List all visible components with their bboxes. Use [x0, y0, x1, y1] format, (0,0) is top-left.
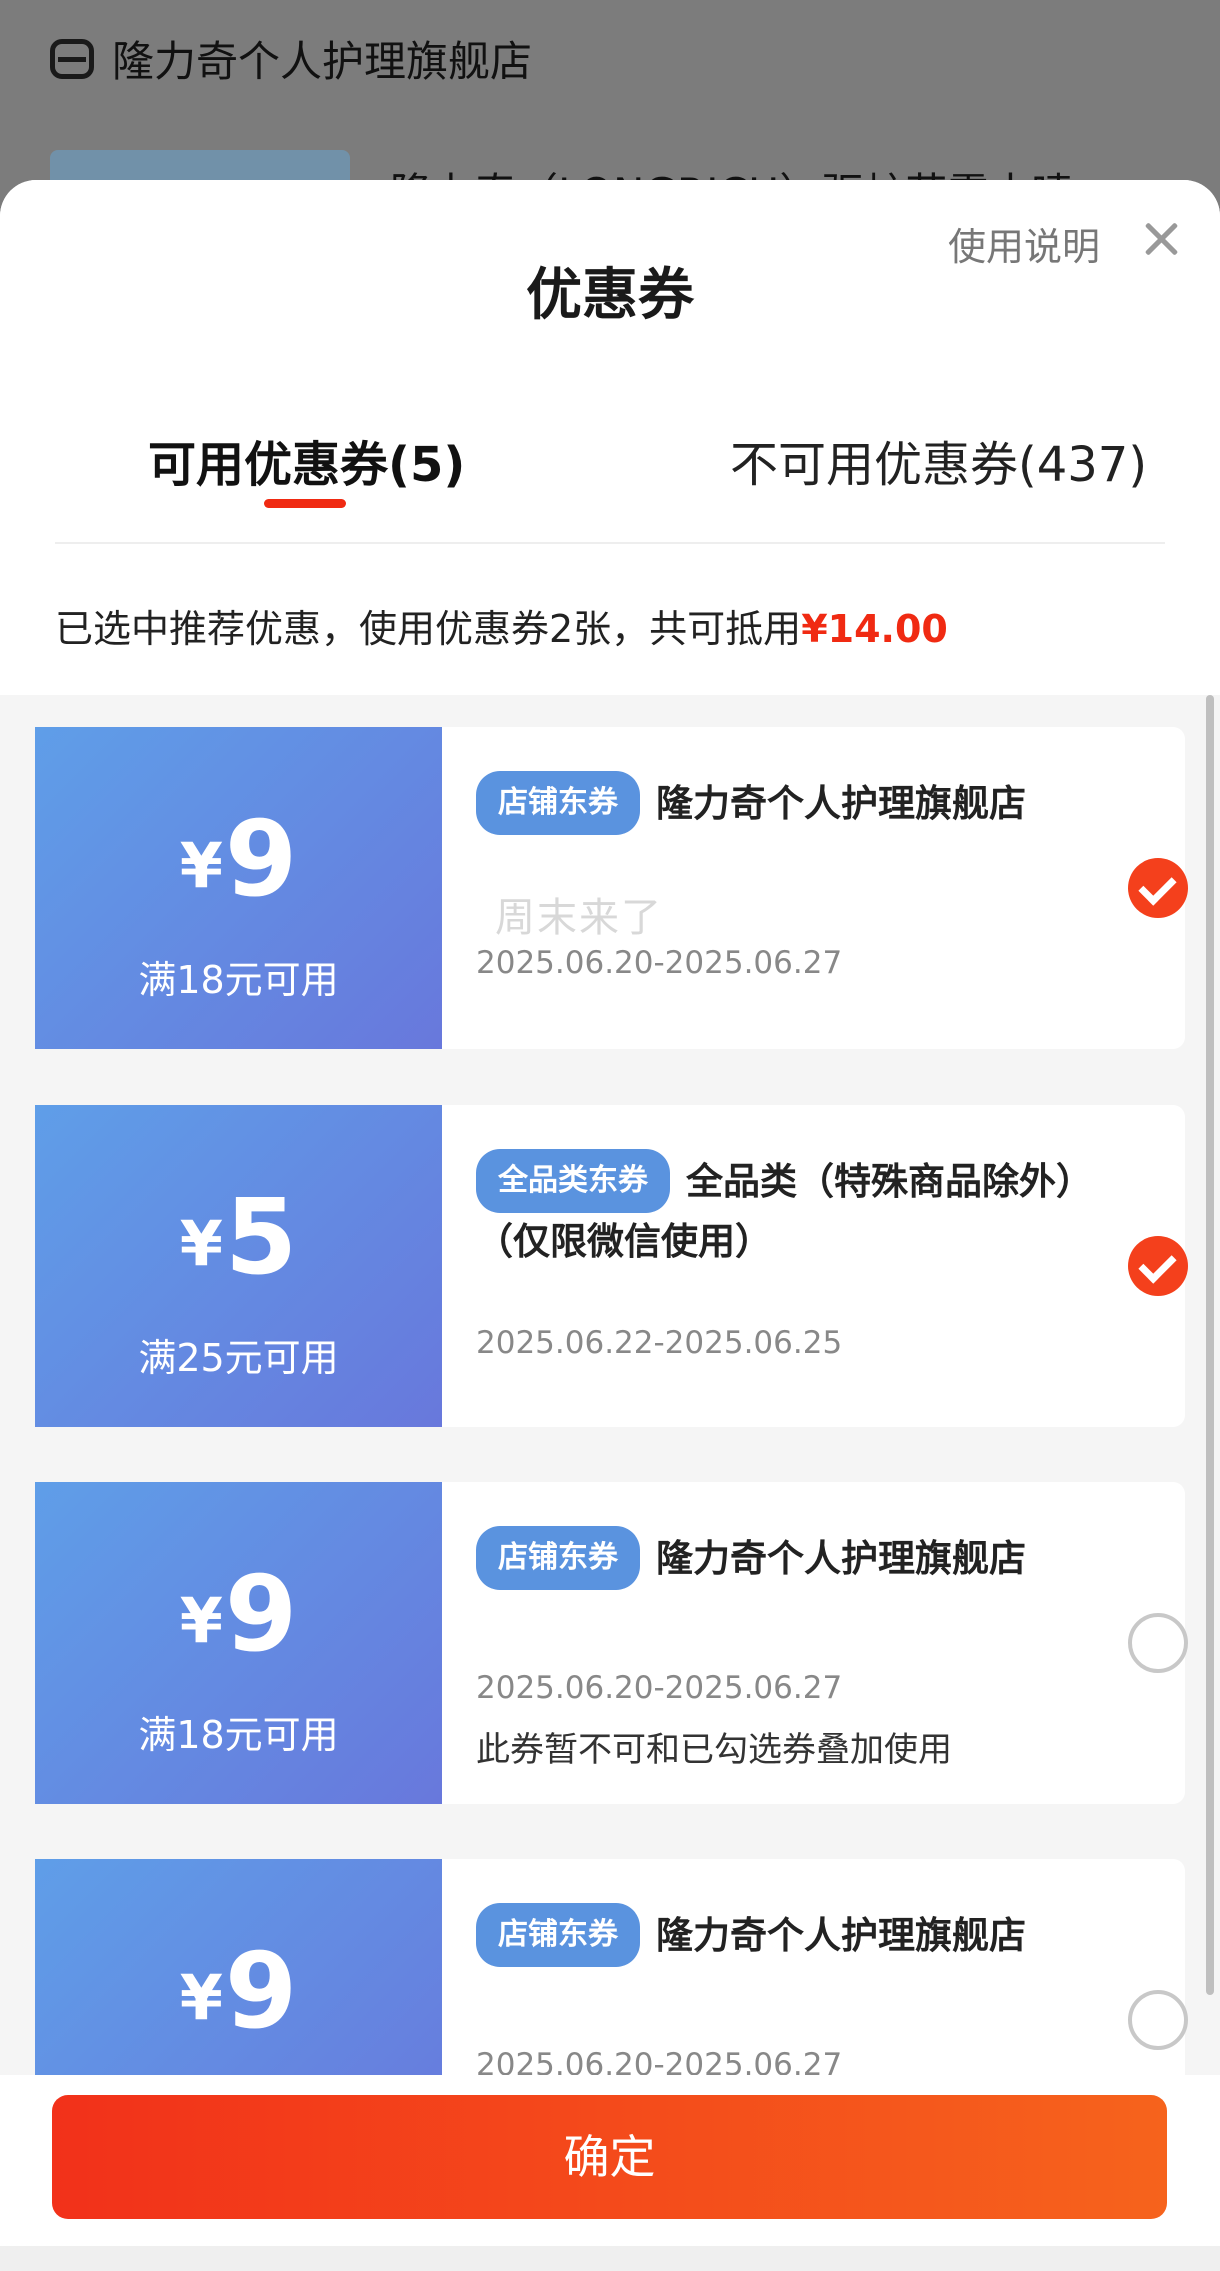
- tab-unavailable-coupons[interactable]: 不可用优惠券(437): [730, 425, 1147, 495]
- coupon-amount: ¥9: [179, 1930, 298, 2052]
- coupon-name: 店铺东券 隆力奇个人护理旗舰店: [476, 1903, 1076, 1967]
- checked-icon[interactable]: [1128, 1236, 1188, 1296]
- watermark-text: 周末来了: [495, 895, 663, 941]
- scrollbar[interactable]: [1206, 695, 1214, 1995]
- system-home-bar: [0, 2246, 1220, 2271]
- close-icon[interactable]: [1140, 218, 1182, 260]
- coupon-threshold: 满18元可用: [138, 1713, 339, 1757]
- coupon-name: 店铺东券 隆力奇个人护理旗舰店: [476, 1526, 1076, 1590]
- sheet-header: 优惠券 使用说明 可用优惠券(5) 不可用优惠券(437) 已选中推荐优惠，使用…: [0, 180, 1220, 695]
- coupon-validity: 2025.06.20-2025.06.27: [476, 1670, 843, 1706]
- summary-text: 已选中推荐优惠，使用优惠券2张，共可抵用: [55, 607, 802, 651]
- coupon-value-panel: ¥5 满25元可用: [29, 1105, 442, 1427]
- background-store-name: 隆力奇个人护理旗舰店: [112, 37, 533, 86]
- active-tab-indicator: [264, 499, 346, 508]
- coupon-threshold: 满18元可用: [138, 958, 339, 1002]
- coupon-tag: 店铺东券: [476, 771, 640, 835]
- coupon-threshold: 满25元可用: [138, 1336, 339, 1380]
- coupon-tag: 全品类东券: [476, 1149, 670, 1213]
- divider: [55, 542, 1165, 544]
- coupon-note: 此券暂不可和已勾选券叠加使用: [476, 1730, 952, 1770]
- coupon-validity: 2025.06.22-2025.06.25: [476, 1325, 843, 1361]
- coupon-amount: ¥9: [179, 1553, 298, 1675]
- store-icon: [50, 38, 94, 79]
- tab-available-coupons[interactable]: 可用优惠券(5): [148, 425, 465, 495]
- coupon-sheet: 优惠券 使用说明 可用优惠券(5) 不可用优惠券(437) 已选中推荐优惠，使用…: [0, 180, 1220, 2271]
- unchecked-radio-icon[interactable]: [1128, 1613, 1188, 1673]
- coupon-detail-panel: 店铺东券 隆力奇个人护理旗舰店 2025.06.20-2025.06.27 此券暂…: [442, 1482, 1188, 1804]
- coupon-detail-panel: 全品类东券 全品类（特殊商品除外）（仅限微信使用） 2025.06.22-2025…: [442, 1105, 1188, 1427]
- selection-summary: 已选中推荐优惠，使用优惠券2张，共可抵用¥14.00: [55, 598, 948, 653]
- usage-instructions-link[interactable]: 使用说明: [948, 216, 1100, 271]
- coupon-tag: 店铺东券: [476, 1903, 640, 1967]
- confirm-button[interactable]: 确定: [52, 2095, 1167, 2219]
- coupon-amount: ¥5: [179, 1176, 298, 1298]
- unchecked-radio-icon[interactable]: [1128, 1990, 1188, 2050]
- checked-icon[interactable]: [1128, 858, 1188, 918]
- coupon-tag: 店铺东券: [476, 1526, 640, 1590]
- coupon-validity: 2025.06.20-2025.06.27: [476, 945, 843, 981]
- coupon-amount: ¥9: [179, 798, 298, 920]
- summary-amount: ¥14.00: [801, 607, 948, 651]
- sheet-footer: 确定: [0, 2075, 1220, 2271]
- coupon-card[interactable]: ¥9 满18元可用 店铺东券 隆力奇个人护理旗舰店 2025.06.20-2025…: [29, 1482, 1188, 1804]
- coupon-name: 店铺东券 隆力奇个人护理旗舰店: [476, 771, 1076, 835]
- coupon-value-panel: ¥9 满18元可用: [29, 727, 442, 1049]
- background-store-header: 隆力奇个人护理旗舰店: [50, 28, 532, 89]
- coupon-name: 全品类东券 全品类（特殊商品除外）（仅限微信使用）: [476, 1149, 1076, 1271]
- coupon-value-panel: ¥9 满18元可用: [29, 1482, 442, 1804]
- coupon-card[interactable]: ¥5 满25元可用 全品类东券 全品类（特殊商品除外）（仅限微信使用） 2025.…: [29, 1105, 1188, 1427]
